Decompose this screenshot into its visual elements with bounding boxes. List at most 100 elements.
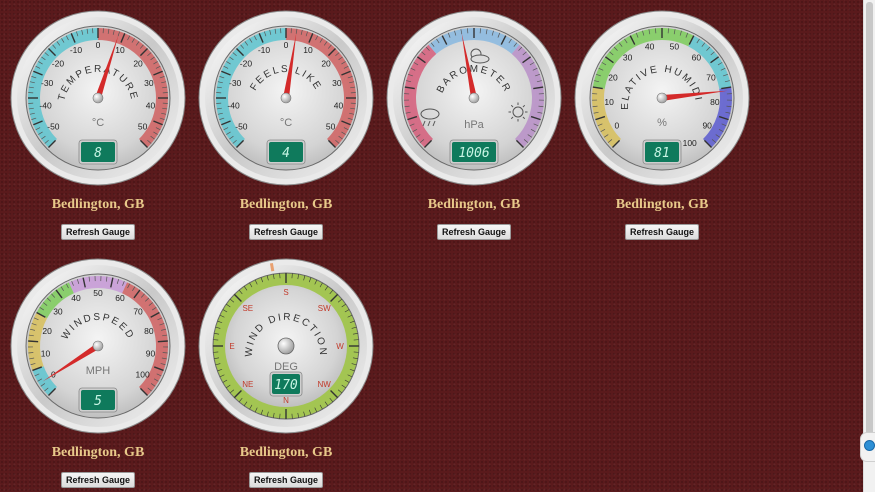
gauge-windspeed: 0102030405060708090100WINDSPEEDMPH5 [10, 258, 186, 434]
gauge-needle-cap [92, 340, 104, 352]
gauge-tick-label: -10 [258, 45, 271, 55]
gauge-barometer-card: BAROMETER hPa 1006 Bedlington, GB Refresh … [386, 10, 562, 240]
gauge-major-tick [28, 340, 39, 343]
gauge-tick-label: 70 [706, 73, 716, 83]
gauge-unit: °C [92, 117, 104, 129]
gauge-lcd-value: 170 [274, 378, 298, 393]
gauge-tick-label: 90 [146, 349, 156, 359]
gauge-tick-label: 90 [702, 121, 712, 131]
gauge-windspeed-card: 0102030405060708090100WINDSPEEDMPH5 Bedl… [10, 258, 186, 488]
gauge-temperature: -50-40-30-20-1001020304050TEMPERATURE°C8 [10, 10, 186, 186]
gauge-tick-label: 50 [138, 122, 148, 132]
gauge-humidity: 010203040 5060708090100RELATIVE HUMIDITY%… [569, 2, 750, 186]
gauge-barometer: BAROMETERhPa1006 [386, 10, 562, 186]
refresh-gauge-button[interactable]: Refresh Gauge [437, 224, 511, 240]
gauge-unit: DEG [274, 361, 298, 373]
gauge-location: Bedlington, GB [239, 197, 333, 212]
gauge-tick-label: -30 [41, 78, 54, 88]
compass-label: S [283, 288, 288, 297]
gauge-tick-label: 50 [93, 288, 103, 298]
refresh-gauge-button[interactable]: Refresh Gauge [625, 224, 699, 240]
gauge-lcd-value: 5 [94, 394, 102, 409]
compass-label: NW [318, 380, 332, 389]
gauge-unit: hPa [464, 119, 484, 131]
gauge-tick-label: 60 [692, 53, 702, 63]
gauge-tick-label: 30 [623, 53, 633, 63]
gauge-tick-label: 20 [608, 73, 618, 83]
gauge-tick-label: 40 [146, 101, 156, 111]
gauge-tick-label: -50 [47, 122, 60, 132]
gauge-lcd-value: 81 [654, 146, 670, 161]
gauge-tick-label: 50 [670, 41, 680, 51]
gauge-tick-label: -10 [70, 45, 83, 55]
gauge-tick-label: 10 [604, 97, 614, 107]
gauge-tick-label: 10 [115, 45, 125, 55]
gauge-unit: MPH [86, 365, 111, 377]
refresh-gauge-button[interactable]: Refresh Gauge [249, 224, 323, 240]
gauge-wind-direction-card: S SW W NW N NE E SE WIND DIRECTION DEG 170 Bedling… [198, 258, 374, 488]
gauge-tick-label: 30 [332, 78, 342, 88]
chat-widget-button[interactable] [860, 432, 875, 462]
compass-label: E [229, 342, 234, 351]
gauge-location: Bedlington, GB [51, 445, 145, 460]
compass-label: N [283, 396, 289, 405]
gauge-tick-label: 20 [42, 326, 52, 336]
wind-direction-pointer [269, 263, 275, 272]
gauge-tick-label: 20 [133, 58, 143, 68]
compass-label: W [336, 342, 344, 351]
scrollbar-thumb[interactable] [866, 2, 873, 442]
gauge-tick-label: 40 [71, 293, 81, 303]
compass-label: SE [242, 304, 253, 313]
gauge-tick-label: 40 [645, 41, 655, 51]
gauge-tick-label: 20 [321, 58, 331, 68]
chat-icon [864, 440, 875, 451]
gauge-tick-label: 100 [135, 370, 149, 380]
gauge-tick-label: -40 [227, 101, 240, 111]
gauge-tick-label: 60 [115, 293, 125, 303]
gauge-lcd-value: 8 [94, 146, 102, 161]
gauge-tick-label: -20 [240, 58, 253, 68]
gauge-tick-label: 100 [683, 138, 697, 148]
gauge-needle-cap [468, 92, 480, 104]
gauge-lcd-display: 81 [642, 139, 682, 165]
refresh-gauge-button[interactable]: Refresh Gauge [61, 224, 135, 240]
gauge-unit: °C [280, 117, 292, 129]
gauge-tick-label: -50 [235, 122, 248, 132]
gauge-tick-label: 30 [144, 78, 154, 88]
gauge-humidity-card: 0 10 20 30 40 50 60 70 80 90 100 RELATIVE HUMIDITY%… [569, 2, 750, 240]
gauge-tick-label: 80 [710, 97, 720, 107]
vertical-scrollbar[interactable] [863, 0, 875, 492]
gauge-tick-label: 10 [303, 45, 313, 55]
gauge-needle-cap [92, 92, 104, 104]
gauge-temperature-card: -50-40-30-20-1001020304050TEMPERATURE°C8… [10, 10, 186, 240]
gauge-tick-label: 0 [614, 121, 619, 131]
gauge-tick-label: -20 [52, 58, 65, 68]
refresh-gauge-button[interactable]: Refresh Gauge [61, 472, 135, 488]
gauge-unit: % [657, 117, 667, 129]
gauge-major-tick [157, 340, 168, 343]
gauge-tick-label: -30 [229, 78, 242, 88]
gauge-tick-label: 50 [326, 122, 336, 132]
gauge-lcd-display: 8 [78, 139, 118, 165]
gauge-wind-direction: SSWWNWNNEESEWIND DIRECTIONDEG170 [198, 258, 374, 434]
gauge-tick-label: 80 [144, 326, 154, 336]
gauge-location: Bedlington, GB [615, 197, 709, 212]
gauge-tick-label: -40 [39, 101, 52, 111]
compass-label: SW [318, 304, 331, 313]
gauge-tick-label: 0 [284, 40, 289, 50]
gauge-tick-label: 10 [41, 349, 51, 359]
compass-label: NE [242, 380, 253, 389]
gauge-lcd-value: 1006 [458, 146, 489, 161]
gauge-lcd-display: 170 [269, 371, 303, 397]
gauge-feels-like: -50-40-30-20-10 0 1020304050FEELS LIKE°C4 [198, 10, 374, 186]
compass-center-cap [277, 337, 295, 355]
gauge-tick-label: 30 [53, 306, 63, 316]
gauge-lcd-display: 5 [78, 387, 118, 413]
gauge-lcd-display: 1006 [449, 139, 499, 165]
refresh-gauge-button[interactable]: Refresh Gauge [249, 472, 323, 488]
gauge-tick-label: 0 [96, 40, 101, 50]
gauge-tick-label: 40 [334, 101, 344, 111]
gauge-feels-like-card: -50 -40 -30 -20 -10 0 10 20 30 40 50 FEELS LIKE °C 4 … [198, 10, 374, 240]
gauge-location: Bedlington, GB [239, 445, 333, 460]
gauge-lcd-display: 4 [266, 139, 306, 165]
